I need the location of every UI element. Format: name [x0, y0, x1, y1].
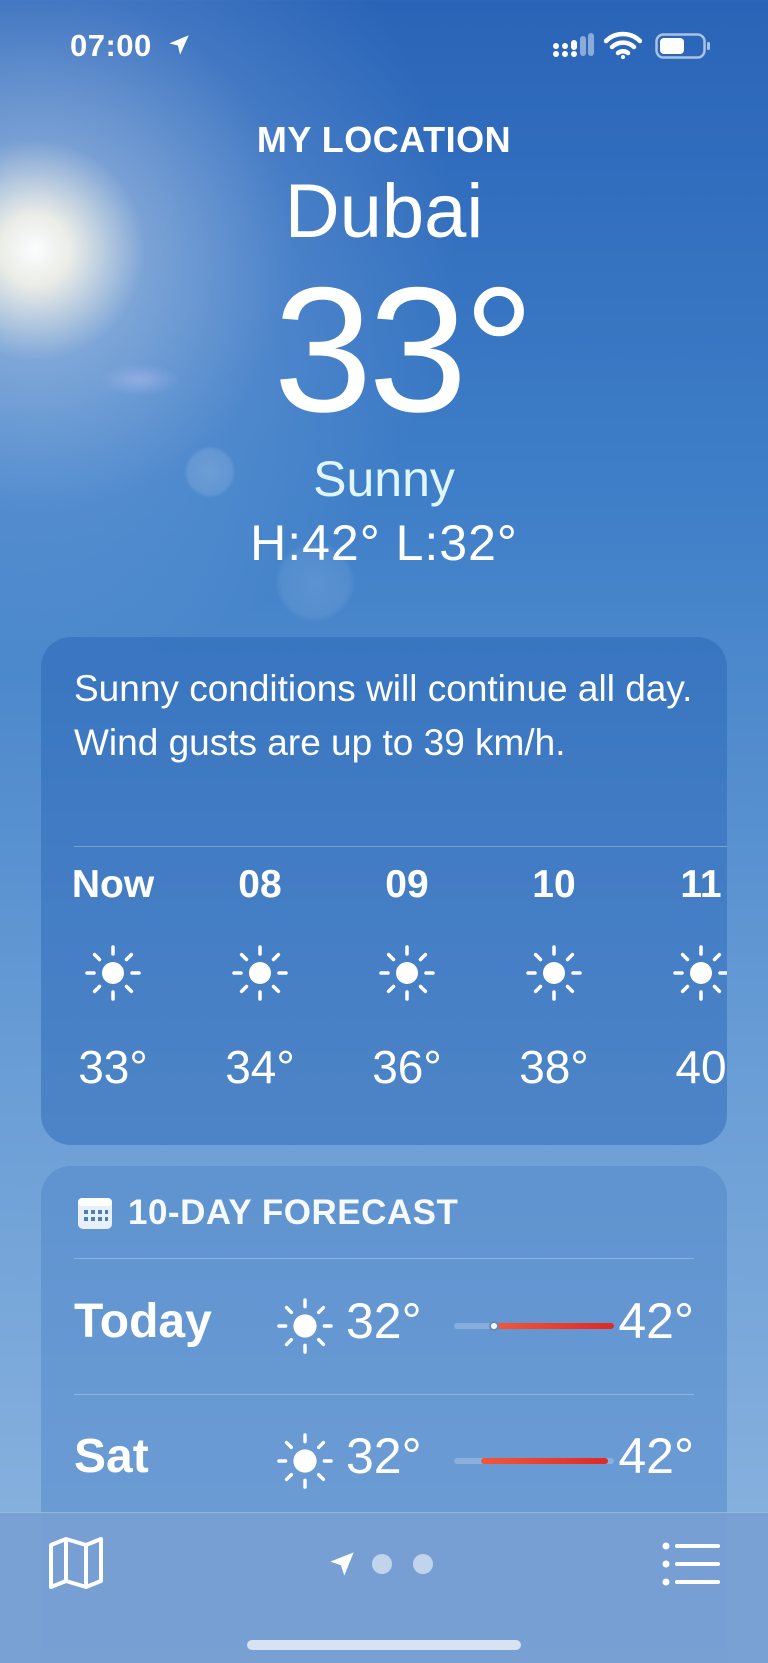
hourly-forecast-list[interactable]: Now 33° 08 34° 09 36° 10 38° 11 40 — [41, 855, 727, 1125]
divider — [74, 846, 727, 847]
hour-label: Now — [71, 863, 155, 906]
battery-icon — [655, 33, 710, 59]
page-dot — [372, 1554, 392, 1574]
location-arrow-icon — [330, 1552, 354, 1576]
sun-icon — [85, 945, 141, 1001]
sun-icon — [673, 945, 727, 1001]
sun-icon — [277, 1298, 333, 1354]
page-indicator[interactable] — [328, 1547, 454, 1581]
sun-icon — [526, 945, 582, 1001]
hour-temperature: 40 — [675, 1041, 727, 1093]
hour-temperature: 33° — [78, 1041, 148, 1093]
page-dot — [413, 1554, 433, 1574]
hourly-item: Now 33° — [53, 855, 173, 1097]
hourly-item: 10 38° — [494, 855, 614, 1097]
forecast-title: 10-DAY FORECAST — [128, 1193, 459, 1232]
day-low-temperature: 32° — [346, 1293, 422, 1349]
day-name: Sat — [74, 1430, 149, 1483]
hourly-item: 08 34° — [200, 855, 320, 1097]
status-bar: 07:00 — [0, 0, 768, 92]
sun-icon — [232, 945, 288, 1001]
location-arrow-icon — [169, 35, 189, 55]
temperature-range-bar — [454, 1458, 614, 1464]
map-icon[interactable] — [46, 1533, 106, 1593]
home-indicator[interactable] — [247, 1640, 521, 1650]
hour-label: 11 — [680, 863, 722, 906]
hourly-item: 09 36° — [347, 855, 467, 1097]
current-temperature-marker — [489, 1321, 499, 1331]
current-temperature: 33° — [273, 250, 534, 449]
forecast-day-row[interactable]: Today 32° 42° — [74, 1264, 694, 1384]
divider — [74, 1394, 694, 1395]
wifi-icon — [604, 31, 642, 59]
current-weather-header: MY LOCATION Dubai 33° Sunny H:42° L:32° — [0, 118, 768, 574]
hour-label: 10 — [532, 863, 576, 906]
hourly-item: 11 40 — [641, 855, 727, 1097]
location-label: MY LOCATION — [256, 119, 512, 160]
list-icon[interactable] — [662, 1541, 722, 1587]
forecast-day-row[interactable]: Sat 32° 42° — [74, 1399, 694, 1519]
high-low-temperature: H:42° L:32° — [250, 515, 518, 571]
cellular-signal-icon — [553, 33, 594, 57]
temperature-range-fill — [494, 1323, 614, 1329]
day-low-temperature: 32° — [346, 1428, 422, 1484]
day-name: Today — [74, 1295, 212, 1348]
hour-temperature: 38° — [519, 1041, 589, 1093]
forecast-header: 10-DAY FORECAST — [76, 1191, 458, 1235]
hour-temperature: 36° — [372, 1041, 442, 1093]
city-name: Dubai — [284, 169, 484, 254]
sun-icon — [277, 1433, 333, 1489]
hour-label: 09 — [385, 863, 429, 906]
hourly-forecast-card[interactable]: Sunny conditions will continue all day. … — [41, 637, 727, 1145]
bottom-toolbar — [0, 1512, 768, 1663]
current-condition: Sunny — [313, 451, 455, 507]
temperature-range-fill — [481, 1458, 608, 1464]
day-high-temperature: 42° — [618, 1428, 694, 1484]
status-time: 07:00 — [70, 28, 152, 63]
temperature-range-bar — [454, 1321, 614, 1331]
sun-icon — [379, 945, 435, 1001]
hour-temperature: 34° — [225, 1041, 295, 1093]
divider — [74, 1258, 694, 1259]
calendar-icon — [78, 1198, 112, 1229]
day-high-temperature: 42° — [618, 1293, 694, 1349]
hour-label: 08 — [238, 863, 282, 906]
weather-summary: Sunny conditions will continue all day. … — [74, 668, 693, 763]
